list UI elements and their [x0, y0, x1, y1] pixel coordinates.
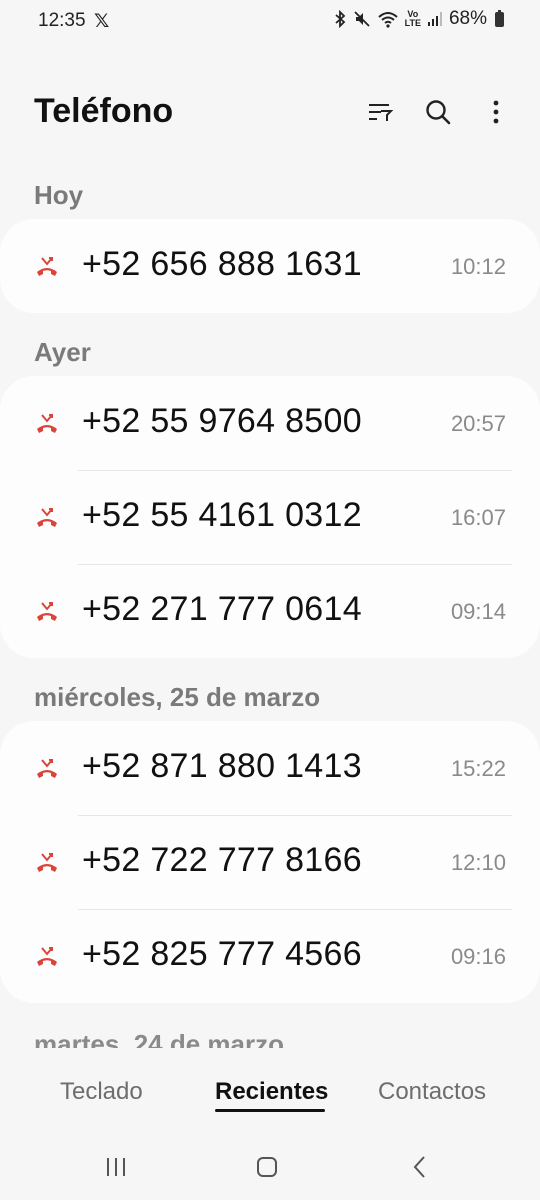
call-number: +52 722 777 8166 [82, 841, 362, 879]
divider [78, 564, 512, 565]
call-number: +52 871 880 1413 [82, 747, 362, 785]
status-time: 12:35 [38, 10, 86, 31]
call-row[interactable]: +52 55 4161 0312 16:07 [0, 470, 540, 564]
wifi-icon [377, 10, 399, 28]
call-card-miercoles: +52 871 880 1413 15:22 +52 722 777 8166 … [0, 721, 540, 1003]
tab-teclado[interactable]: Teclado [60, 1078, 143, 1106]
signal-icon [427, 11, 443, 27]
divider [78, 470, 512, 471]
call-number: +52 825 777 4566 [82, 935, 362, 973]
x-app-icon: 𝕏 [94, 10, 110, 32]
more-options-icon[interactable] [478, 94, 514, 130]
back-icon[interactable] [400, 1152, 440, 1182]
missed-call-icon [34, 756, 60, 782]
missed-call-icon [34, 944, 60, 970]
call-number: +52 656 888 1631 [82, 245, 362, 283]
section-header-ayer: Ayer [34, 337, 91, 367]
section-header-martes: martes, 24 de marzo [34, 1029, 285, 1048]
bluetooth-icon [333, 10, 347, 28]
call-number: +52 55 4161 0312 [82, 496, 362, 534]
mute-icon [353, 10, 371, 28]
call-time: 15:22 [450, 756, 506, 781]
divider [78, 815, 512, 816]
call-row[interactable]: +52 871 880 1413 15:22 [0, 721, 540, 815]
call-row[interactable]: +52 656 888 1631 10:12 [0, 219, 540, 313]
missed-call-icon [34, 850, 60, 876]
call-row[interactable]: +52 55 9764 8500 20:57 [0, 376, 540, 470]
search-icon[interactable] [420, 94, 456, 130]
missed-call-icon [34, 254, 60, 280]
home-icon[interactable] [247, 1152, 287, 1182]
section-header-miercoles: miércoles, 25 de marzo [34, 682, 321, 712]
call-time: 12:10 [450, 850, 506, 875]
call-time: 09:14 [450, 599, 506, 624]
tab-recientes[interactable]: Recientes [215, 1078, 328, 1106]
active-tab-indicator [215, 1109, 325, 1112]
call-time: 16:07 [450, 505, 506, 530]
call-number: +52 55 9764 8500 [82, 402, 362, 440]
bottom-tab-bar: Teclado Recientes Contactos [0, 1048, 540, 1132]
battery-percent: 68% [448, 8, 487, 29]
recent-apps-icon[interactable] [96, 1152, 136, 1182]
phone-screen: 12:35 𝕏 Vo LTE 68% Teléfono Hoy +52 656 … [0, 0, 540, 1200]
status-bar: 12:35 𝕏 Vo LTE 68% [0, 0, 540, 44]
app-bar: Teléfono [0, 80, 540, 144]
tab-contactos[interactable]: Contactos [378, 1078, 486, 1106]
call-row[interactable]: +52 825 777 4566 09:16 [0, 909, 540, 1003]
volte-icon: Vo LTE [404, 9, 421, 28]
call-row[interactable]: +52 271 777 0614 09:14 [0, 564, 540, 658]
app-actions [362, 94, 514, 130]
call-time: 09:16 [450, 944, 506, 969]
section-header-hoy: Hoy [34, 180, 84, 210]
call-time: 10:12 [450, 254, 506, 279]
call-number: +52 271 777 0614 [82, 590, 362, 628]
system-nav-bar [0, 1132, 540, 1200]
call-card-ayer: +52 55 9764 8500 20:57 +52 55 4161 0312 … [0, 376, 540, 658]
status-icons: Vo LTE 68% [333, 8, 504, 30]
call-time: 20:57 [450, 411, 506, 436]
page-title: Teléfono [34, 92, 174, 130]
missed-call-icon [34, 411, 60, 437]
call-row[interactable]: +52 722 777 8166 12:10 [0, 815, 540, 909]
missed-call-icon [34, 505, 60, 531]
missed-call-icon [34, 599, 60, 625]
call-card-hoy: +52 656 888 1631 10:12 [0, 219, 540, 313]
filter-icon[interactable] [362, 94, 398, 130]
battery-icon [495, 9, 504, 27]
divider [78, 909, 512, 910]
